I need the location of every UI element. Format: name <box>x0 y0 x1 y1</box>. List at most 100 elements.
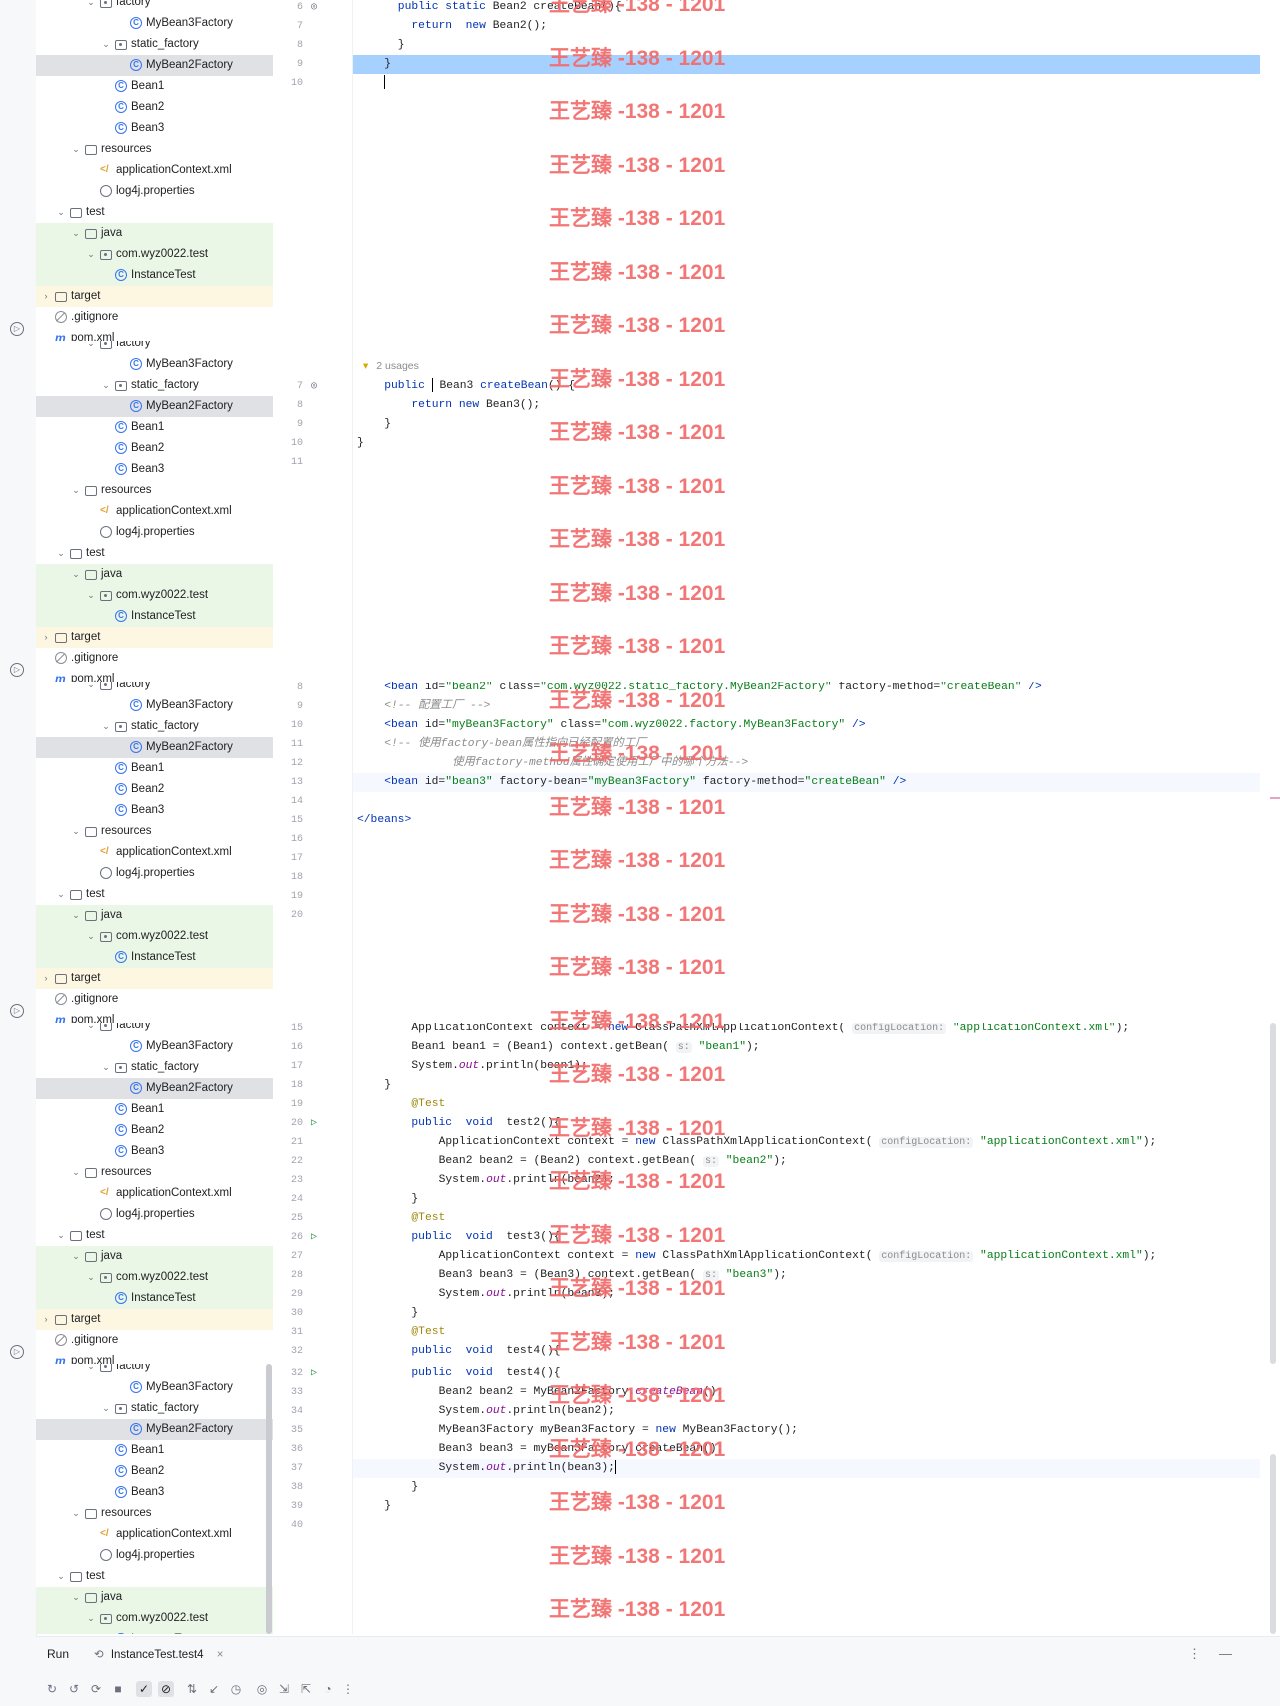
tree-scrollbar[interactable] <box>266 1364 272 1634</box>
tree-item[interactable]: ⌄ com.wyz0022.test <box>36 244 273 265</box>
tree-item[interactable]: C MyBean2Factory <box>36 396 273 417</box>
more-options-icon[interactable]: ⋮ <box>1188 1646 1219 1661</box>
tree-item[interactable]: ⌄ resources <box>36 480 273 501</box>
chevron-down-icon[interactable]: ⌄ <box>86 1364 96 1377</box>
tree-item[interactable]: m pom.xml <box>36 1010 273 1023</box>
line-number[interactable]: 8 <box>273 36 303 55</box>
chevron-down-icon[interactable]: ⌄ <box>71 1503 81 1524</box>
line-number[interactable]: 17 <box>273 849 303 868</box>
code-line[interactable]: 15 ApplicationContext context = new Class… <box>273 1023 1280 1038</box>
tree-item[interactable]: .gitignore <box>36 989 273 1010</box>
import-tests-icon[interactable]: ⇲ <box>276 1681 292 1697</box>
chevron-down-icon[interactable]: ⌄ <box>86 926 96 947</box>
chevron-down-icon[interactable]: ⌄ <box>101 1057 111 1078</box>
code-line[interactable]: 26 ▷ public void test3(){ <box>273 1228 1280 1247</box>
tree-item[interactable]: ⌄ com.wyz0022.test <box>36 1608 273 1629</box>
line-number[interactable]: 30 <box>273 1304 303 1323</box>
code-vision-usages[interactable]: ▾ 2 usages <box>363 360 419 372</box>
tree-item[interactable]: log4j.properties <box>36 522 273 543</box>
usages-hint[interactable]: 2 usages <box>376 360 419 372</box>
code-line[interactable]: 7 return new Bean2(); <box>273 17 1280 36</box>
code-line[interactable]: 14 <box>273 792 1280 811</box>
tree-item[interactable]: m pom.xml <box>36 669 273 682</box>
code-line[interactable]: 25 @Test <box>273 1209 1280 1228</box>
tree-item[interactable]: ⌄ resources <box>36 1503 273 1524</box>
code-line[interactable]: 17 System.out.println(bean1); <box>273 1057 1280 1076</box>
code-line[interactable]: 18 <box>273 868 1280 887</box>
chevron-down-icon[interactable]: ⌄ <box>71 139 81 160</box>
chevron-down-icon[interactable]: ⌄ <box>86 1267 96 1288</box>
tree-item[interactable]: m pom.xml <box>36 328 273 341</box>
chevron-down-icon[interactable]: ⌄ <box>101 375 111 396</box>
chevron-down-icon[interactable]: ⌄ <box>71 480 81 501</box>
code-line[interactable]: 22 Bean2 bean2 = (Bean2) context.getBean(… <box>273 1152 1280 1171</box>
chevron-down-icon[interactable]: ⌄ <box>56 1566 66 1587</box>
chevron-down-icon[interactable]: ⌄ <box>86 341 96 354</box>
chevron-down-icon[interactable]: ⌄ <box>71 905 81 926</box>
tree-item[interactable]: </ applicationContext.xml <box>36 842 273 863</box>
tree-item[interactable]: ⌄ com.wyz0022.test <box>36 585 273 606</box>
run-window-label[interactable]: Run <box>47 1647 69 1661</box>
tree-item[interactable]: › target <box>36 627 273 648</box>
line-number[interactable]: 9 <box>273 697 303 716</box>
tree-item[interactable]: .gitignore <box>36 1330 273 1351</box>
line-number[interactable]: 38 <box>273 1478 303 1497</box>
tree-item[interactable]: ⌄ java <box>36 905 273 926</box>
line-number[interactable]: 19 <box>273 887 303 906</box>
line-number[interactable]: 18 <box>273 868 303 887</box>
line-number[interactable]: 10 <box>273 434 303 453</box>
history-icon[interactable]: ◷ <box>228 1681 244 1697</box>
tree-item[interactable]: ⌄ static_factory <box>36 375 273 396</box>
chevron-down-icon[interactable]: ⌄ <box>86 0 96 13</box>
code-line[interactable]: 40 <box>273 1516 1280 1535</box>
line-number[interactable]: 11 <box>273 735 303 754</box>
chevron-down-icon[interactable]: ⌄ <box>71 1587 81 1608</box>
code-line[interactable]: 9} <box>273 55 1280 74</box>
tree-item[interactable]: ⌄ test <box>36 1225 273 1246</box>
chevron-down-icon[interactable]: ⌄ <box>86 1608 96 1629</box>
export-tests-icon[interactable]: ⇱ <box>298 1681 314 1697</box>
code-editor[interactable]: 6 ◎ public static Bean2 createBean(){7 retu… <box>273 0 1280 341</box>
chevron-down-icon[interactable]: ⌄ <box>56 884 66 905</box>
line-number[interactable]: 7 <box>273 17 303 36</box>
tree-item[interactable]: C Bean2 <box>36 1120 273 1141</box>
line-number[interactable]: 21 <box>273 1133 303 1152</box>
tree-item[interactable]: ⌄ static_factory <box>36 1057 273 1078</box>
tree-item[interactable]: .gitignore <box>36 307 273 328</box>
tree-item[interactable]: ⌄ static_factory <box>36 34 273 55</box>
tree-item[interactable]: ⌄ com.wyz0022.test <box>36 926 273 947</box>
line-number[interactable]: 23 <box>273 1171 303 1190</box>
code-editor[interactable]: 15 ApplicationContext context = new Class… <box>273 1023 1280 1364</box>
tree-item[interactable]: C Bean3 <box>36 1141 273 1162</box>
line-number[interactable]: 10 <box>273 74 303 93</box>
line-number[interactable]: 22 <box>273 1152 303 1171</box>
tree-item[interactable]: › target <box>36 968 273 989</box>
code-line[interactable]: 11 <box>273 453 1280 472</box>
chevron-down-icon[interactable]: ⌄ <box>101 1398 111 1419</box>
show-passed-icon[interactable]: ✓ <box>136 1681 152 1697</box>
tree-item[interactable]: ⌄ resources <box>36 139 273 160</box>
tree-item[interactable]: C Bean1 <box>36 1440 273 1461</box>
line-number[interactable]: 9 <box>273 55 303 74</box>
tree-item[interactable]: C MyBean3Factory <box>36 13 273 34</box>
tree-item[interactable]: ⌄ factory <box>36 1364 273 1377</box>
line-number[interactable]: 7 <box>273 377 303 396</box>
tree-item[interactable]: C InstanceTest <box>36 265 273 286</box>
code-line[interactable]: 38} <box>273 1478 1280 1497</box>
chevron-down-icon[interactable]: ⌄ <box>56 1225 66 1246</box>
tree-item[interactable]: ⌄ java <box>36 1587 273 1608</box>
code-line[interactable]: 10} <box>273 434 1280 453</box>
chevron-down-icon[interactable]: ⌄ <box>71 1162 81 1183</box>
line-number[interactable]: 8 <box>273 396 303 415</box>
line-number[interactable]: 8 <box>273 682 303 697</box>
code-line[interactable]: 27 ApplicationContext context = new Class… <box>273 1247 1280 1266</box>
code-line[interactable]: 30} <box>273 1304 1280 1323</box>
tree-item[interactable]: C MyBean2Factory <box>36 737 273 758</box>
chevron-right-icon[interactable]: › <box>41 286 51 307</box>
tree-item[interactable]: ⌄ resources <box>36 1162 273 1183</box>
line-number[interactable]: 14 <box>273 792 303 811</box>
code-line[interactable]: 9} <box>273 415 1280 434</box>
code-line[interactable]: 28 Bean3 bean3 = (Bean3) context.getBean(… <box>273 1266 1280 1285</box>
camera-icon[interactable]: ◎ <box>254 1681 270 1697</box>
tree-item[interactable]: C MyBean3Factory <box>36 354 273 375</box>
